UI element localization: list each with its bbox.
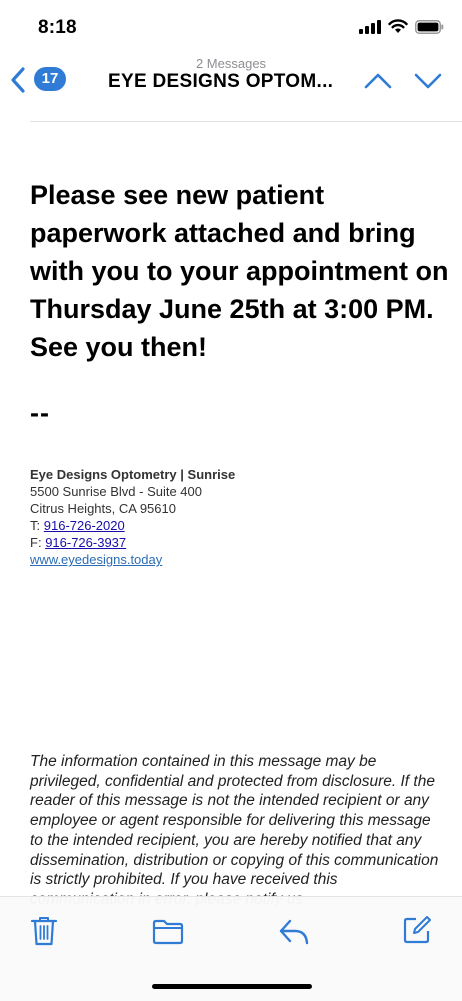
phone-link[interactable]: 916-726-2020 — [44, 518, 125, 533]
fax-label: F: — [30, 535, 42, 550]
folder-icon[interactable] — [152, 919, 184, 945]
message-body: Please see new patient paperwork attache… — [30, 180, 449, 362]
fax-link[interactable]: 916-726-3937 — [45, 535, 126, 550]
status-bar: 8:18 — [0, 0, 462, 54]
signature-fax-row: F: 916-726-3937 — [30, 534, 235, 551]
home-indicator[interactable] — [152, 984, 312, 989]
header-divider — [30, 121, 462, 122]
thread-title: EYE DESIGNS OPTOM... — [108, 71, 334, 92]
phone-label: T: — [30, 518, 41, 533]
signature-website-row: www.eyedesigns.today — [30, 551, 235, 568]
status-icons — [359, 19, 444, 34]
next-message-chevron-down-icon[interactable] — [414, 72, 442, 90]
trash-icon[interactable] — [30, 915, 58, 947]
signature-phone-row: T: 916-726-2020 — [30, 517, 235, 534]
reply-icon[interactable] — [278, 918, 310, 946]
cellular-signal-icon — [359, 19, 381, 34]
status-time: 8:18 — [38, 17, 77, 38]
previous-message-chevron-up-icon[interactable] — [364, 72, 392, 90]
website-link[interactable]: www.eyedesigns.today — [30, 552, 162, 567]
signature-block: Eye Designs Optometry | Sunrise 5500 Sun… — [30, 466, 235, 568]
signature-address-line2: Citrus Heights, CA 95610 — [30, 501, 176, 516]
mail-nav-bar: 17 2 Messages EYE DESIGNS OPTOM... — [0, 54, 462, 114]
compose-icon[interactable] — [402, 915, 432, 945]
signature-name: Eye Designs Optometry | Sunrise — [30, 467, 236, 482]
battery-icon — [415, 19, 444, 34]
signature-address-line1: 5500 Sunrise Blvd - Suite 400 — [30, 484, 202, 499]
signature-separator: -- — [30, 398, 50, 428]
message-count: 2 Messages — [195, 56, 267, 71]
wifi-icon — [388, 19, 408, 33]
confidentiality-disclaimer: The information contained in this messag… — [30, 753, 439, 908]
